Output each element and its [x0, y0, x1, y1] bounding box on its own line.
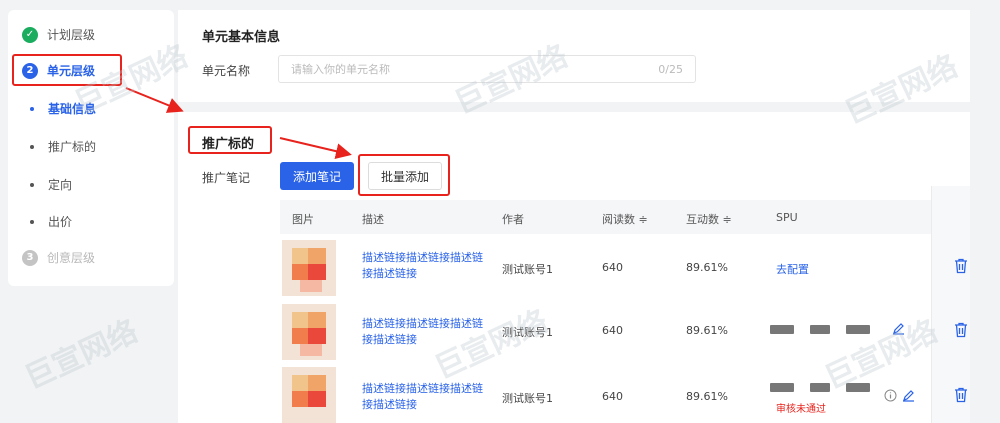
sidebar-item-promo-target[interactable]: 推广标的	[22, 138, 96, 155]
reads-cell: 640	[602, 261, 623, 274]
char-counter: 0/25	[658, 62, 683, 76]
reads-cell: 640	[602, 390, 623, 403]
annotation-box-batch-add	[358, 154, 450, 196]
column-header-image: 图片	[292, 213, 314, 226]
author-cell: 测试账号1	[502, 326, 553, 339]
input-placeholder: 请输入你的单元名称	[291, 63, 390, 76]
sidebar-item-label: 基础信息	[48, 102, 97, 116]
column-header-spu: SPU	[776, 211, 798, 224]
review-failed-status: 审核未通过	[776, 404, 826, 415]
bullet-icon	[30, 106, 34, 111]
column-header-reads[interactable]: 阅读数 ≑	[602, 211, 648, 227]
table-header: 图片 描述 作者 阅读数 ≑ 互动数 ≑ SPU	[280, 200, 932, 234]
note-desc-link[interactable]: 描述链接描述链接描述链接描述链接	[362, 250, 484, 282]
sidebar-item-label: 出价	[48, 215, 73, 229]
bullet-icon	[30, 182, 34, 187]
interactions-cell: 89.61%	[686, 261, 728, 274]
note-thumbnail	[282, 367, 336, 423]
author-cell: 测试账号1	[502, 263, 553, 276]
sidebar-item-basic-info[interactable]: 基础信息	[22, 100, 96, 117]
promo-notes-label: 推广笔记	[202, 171, 251, 185]
main-content: 单元基本信息 单元名称 请输入你的单元名称 0/25 推广标的 推广笔记 添加笔…	[178, 0, 1000, 423]
trash-icon[interactable]	[954, 387, 968, 403]
annotation-box-promo-target	[188, 126, 272, 154]
spu-blurred-value	[770, 383, 794, 392]
note-desc-link[interactable]: 描述链接描述链接描述链接描述链接	[362, 381, 484, 413]
annotation-box-unit-level	[12, 54, 122, 86]
column-header-interactions[interactable]: 互动数 ≑	[686, 211, 732, 227]
table-row: 描述链接描述链接描述链接描述链接 测试账号1 640 89.61%	[280, 300, 967, 364]
sidebar-item-label: 创意层级	[47, 251, 96, 265]
column-header-author: 作者	[502, 213, 524, 226]
sidebar-item-label: 计划层级	[47, 28, 96, 42]
unit-name-input[interactable]: 请输入你的单元名称 0/25	[278, 55, 696, 83]
basic-info-card: 单元基本信息 单元名称 请输入你的单元名称 0/25	[178, 10, 970, 102]
unit-name-label: 单元名称	[202, 64, 251, 78]
spu-blurred-value	[810, 383, 830, 392]
page: ✓ 计划层级 2 单元层级 基础信息 推广标的 定向 出价 3 创意层级 单元基…	[0, 0, 1000, 423]
interactions-cell: 89.61%	[686, 390, 728, 403]
sidebar-item-label: 推广标的	[48, 140, 97, 154]
table-row: 描述链接描述链接描述链接描述链接 测试账号1 640 89.61% 审核未通过	[280, 365, 967, 423]
note-desc-link[interactable]: 描述链接描述链接描述链接描述链接	[362, 316, 484, 348]
edit-icon[interactable]	[892, 322, 905, 335]
add-note-button[interactable]: 添加笔记	[280, 162, 354, 190]
step-number-icon: 3	[22, 249, 38, 266]
info-icon[interactable]	[884, 389, 897, 402]
table-row: 描述链接描述链接描述链接描述链接 测试账号1 640 89.61% 去配置	[280, 236, 967, 300]
sidebar-item-label: 定向	[48, 178, 73, 192]
edit-icon[interactable]	[902, 389, 915, 402]
note-thumbnail	[282, 304, 336, 360]
section-title: 单元基本信息	[202, 30, 281, 45]
reads-cell: 640	[602, 324, 623, 337]
spu-blurred-value	[770, 325, 794, 334]
spu-blurred-value	[846, 325, 870, 334]
trash-icon[interactable]	[954, 322, 968, 338]
note-thumbnail	[282, 240, 336, 296]
sidebar-item-bid[interactable]: 出价	[22, 213, 72, 230]
interactions-cell: 89.61%	[686, 324, 728, 337]
column-header-desc: 描述	[362, 213, 384, 226]
spu-blurred-value	[846, 383, 870, 392]
sidebar-item-targeting[interactable]: 定向	[22, 176, 72, 193]
sidebar: ✓ 计划层级 2 单元层级 基础信息 推广标的 定向 出价 3 创意层级	[0, 0, 176, 423]
sidebar-item-plan-level[interactable]: ✓ 计划层级	[22, 26, 95, 43]
author-cell: 测试账号1	[502, 392, 553, 405]
bullet-icon	[30, 144, 34, 149]
configure-spu-link[interactable]: 去配置	[776, 261, 809, 277]
trash-icon[interactable]	[954, 258, 968, 274]
bullet-icon	[30, 219, 34, 224]
spu-blurred-value	[810, 325, 830, 334]
check-icon: ✓	[22, 26, 38, 43]
sidebar-item-creative-level[interactable]: 3 创意层级	[22, 249, 95, 266]
